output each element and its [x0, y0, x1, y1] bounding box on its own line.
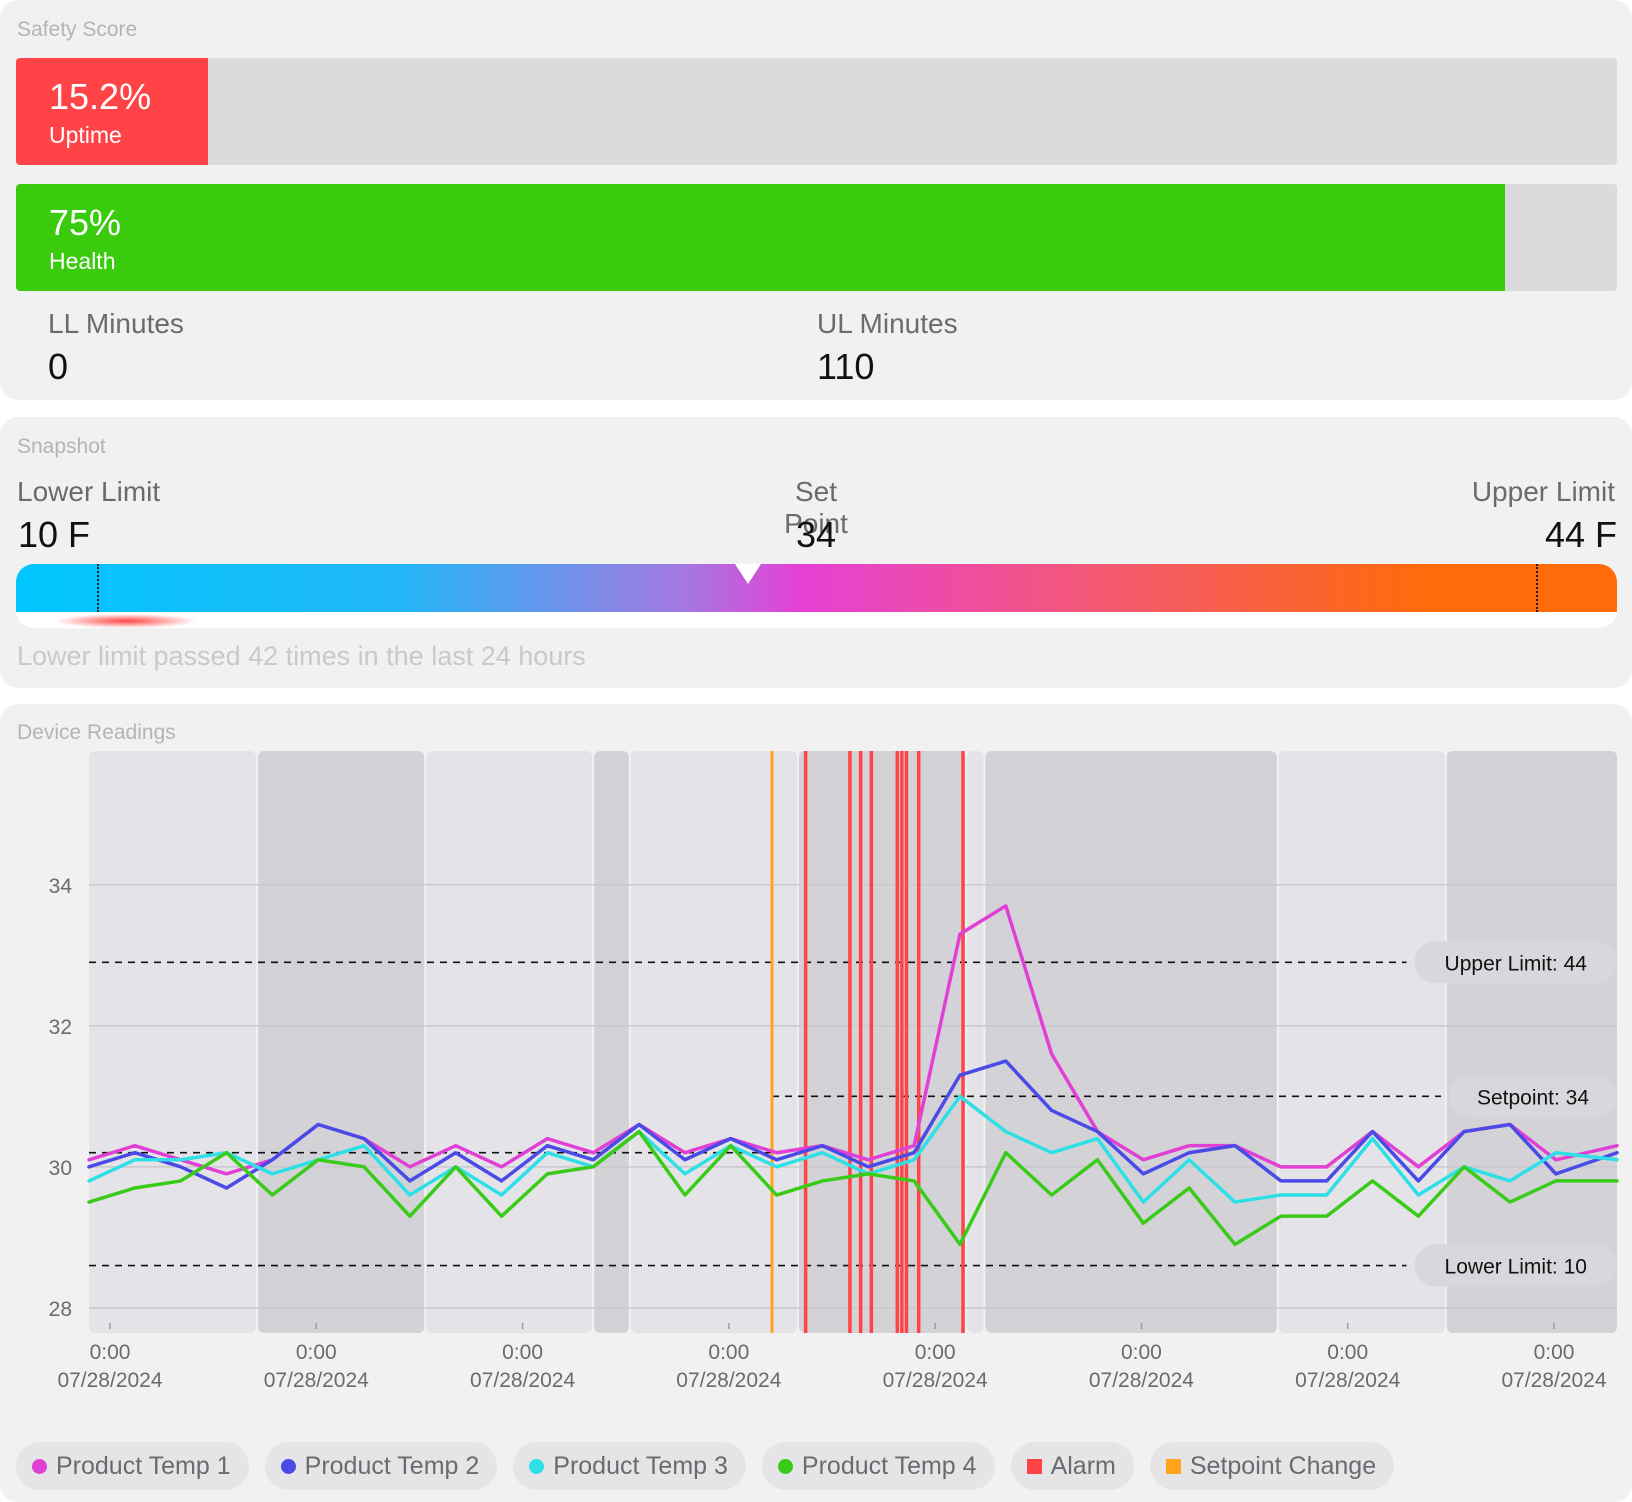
- x-tick-time: 0:00: [1534, 1341, 1575, 1364]
- legend-item[interactable]: Alarm: [1010, 1442, 1134, 1490]
- time-band: [426, 751, 593, 1333]
- legend-item[interactable]: Product Temp 3: [513, 1442, 746, 1490]
- x-tick-date: 07/28/2024: [883, 1369, 988, 1392]
- uptime-label: Uptime: [49, 122, 122, 148]
- health-bar-fill: [16, 184, 1505, 291]
- limit-pass-note: Lower limit passed 42 times in the last …: [17, 641, 586, 671]
- safety-score-card: Safety Score 15.2% Uptime 75% Health LL …: [0, 0, 1632, 400]
- legend-square-icon: [1026, 1458, 1042, 1474]
- legend-square-icon: [1165, 1458, 1181, 1474]
- time-band: [594, 751, 629, 1333]
- time-band: [1278, 751, 1445, 1333]
- ul-minutes-label: UL Minutes: [817, 308, 958, 339]
- lower-limit-tick: [97, 564, 99, 612]
- x-tick-time: 0:00: [90, 1341, 131, 1364]
- x-tick-date: 07/28/2024: [1501, 1369, 1606, 1392]
- chart-legend: Product Temp 1 Product Temp 2 Product Temp…: [16, 1442, 1395, 1490]
- ul-minutes-value: 110: [817, 346, 875, 387]
- x-tick-date: 07/28/2024: [676, 1369, 781, 1392]
- legend-label: Product Temp 3: [553, 1451, 728, 1480]
- snapshot-card: Snapshot Lower Limit 10 F Set Point 34 U…: [0, 417, 1632, 688]
- time-band: [258, 751, 425, 1333]
- y-tick-label: 34: [49, 875, 73, 898]
- x-tick-time: 0:00: [708, 1341, 749, 1364]
- upper-limit-tick: [1536, 564, 1538, 612]
- legend-label: Product Temp 4: [801, 1451, 977, 1480]
- uptime-value: 15.2%: [49, 76, 152, 117]
- x-tick-time: 0:00: [296, 1341, 337, 1364]
- legend-label: Product Temp 1: [56, 1451, 231, 1480]
- x-tick-date: 07/28/2024: [1089, 1369, 1194, 1392]
- reference-label: Upper Limit: 44: [1445, 952, 1588, 975]
- legend-item[interactable]: Product Temp 1: [16, 1442, 249, 1490]
- reference-label: Lower Limit: 10: [1445, 1256, 1587, 1279]
- device-readings-card: Device Readings 28 30 32 34 0:00 07/28/2024 0:…: [0, 704, 1632, 1502]
- legend-dot-icon: [280, 1458, 296, 1474]
- legend-dot-icon: [529, 1458, 545, 1474]
- legend-item[interactable]: Product Temp 2: [264, 1442, 498, 1490]
- device-readings-chart: 28 30 32 34 0:00 07/28/2024 0:00 07/28/2024 0:00…: [49, 751, 1619, 1392]
- set-point-value: 34: [795, 514, 837, 555]
- x-tick-date: 07/28/2024: [57, 1369, 162, 1392]
- legend-item[interactable]: Product Temp 4: [761, 1442, 995, 1490]
- time-band: [967, 751, 984, 1333]
- x-tick-time: 0:00: [502, 1341, 543, 1364]
- time-band: [985, 751, 1277, 1333]
- health-label: Health: [49, 248, 116, 274]
- upper-limit-value: 44 F: [1544, 514, 1617, 555]
- lower-limit-value: 10 F: [18, 514, 91, 555]
- legend-label: Setpoint Change: [1189, 1451, 1377, 1480]
- x-tick-date: 07/28/2024: [1295, 1369, 1400, 1392]
- x-tick-time: 0:00: [915, 1341, 956, 1364]
- time-band: [798, 751, 966, 1333]
- legend-label: Product Temp 2: [304, 1451, 480, 1480]
- reference-label: Setpoint: 34: [1477, 1086, 1589, 1109]
- x-tick-time: 0:00: [1327, 1341, 1368, 1364]
- y-tick-label: 30: [49, 1157, 72, 1180]
- upper-limit-label: Upper Limit: [1471, 476, 1615, 507]
- x-tick-date: 07/28/2024: [264, 1369, 369, 1392]
- time-band: [89, 751, 257, 1333]
- health-value: 75%: [49, 202, 122, 243]
- legend-item[interactable]: Setpoint Change: [1149, 1442, 1395, 1490]
- temperature-gradient: [16, 564, 1617, 612]
- legend-dot-icon: [777, 1458, 793, 1474]
- legend-label: Alarm: [1050, 1451, 1116, 1480]
- x-tick-time: 0:00: [1121, 1341, 1162, 1364]
- y-tick-label: 28: [49, 1298, 72, 1321]
- y-tick-label: 32: [49, 1016, 72, 1039]
- snapshot-title: Snapshot: [17, 435, 106, 458]
- lower-limit-label: Lower Limit: [17, 476, 161, 507]
- uptime-bar: 15.2% Uptime: [16, 58, 1617, 165]
- legend-dot-icon: [32, 1458, 47, 1474]
- limit-pass-indicator: [56, 614, 196, 628]
- health-bar: 75% Health: [16, 184, 1617, 291]
- ll-minutes-value: 0: [48, 346, 69, 387]
- x-tick-date: 07/28/2024: [470, 1369, 575, 1392]
- safety-score-title: Safety Score: [17, 18, 138, 41]
- ll-minutes-label: LL Minutes: [48, 308, 184, 339]
- temperature-range-bar: [16, 564, 1617, 628]
- set-point-marker-icon: [735, 564, 761, 584]
